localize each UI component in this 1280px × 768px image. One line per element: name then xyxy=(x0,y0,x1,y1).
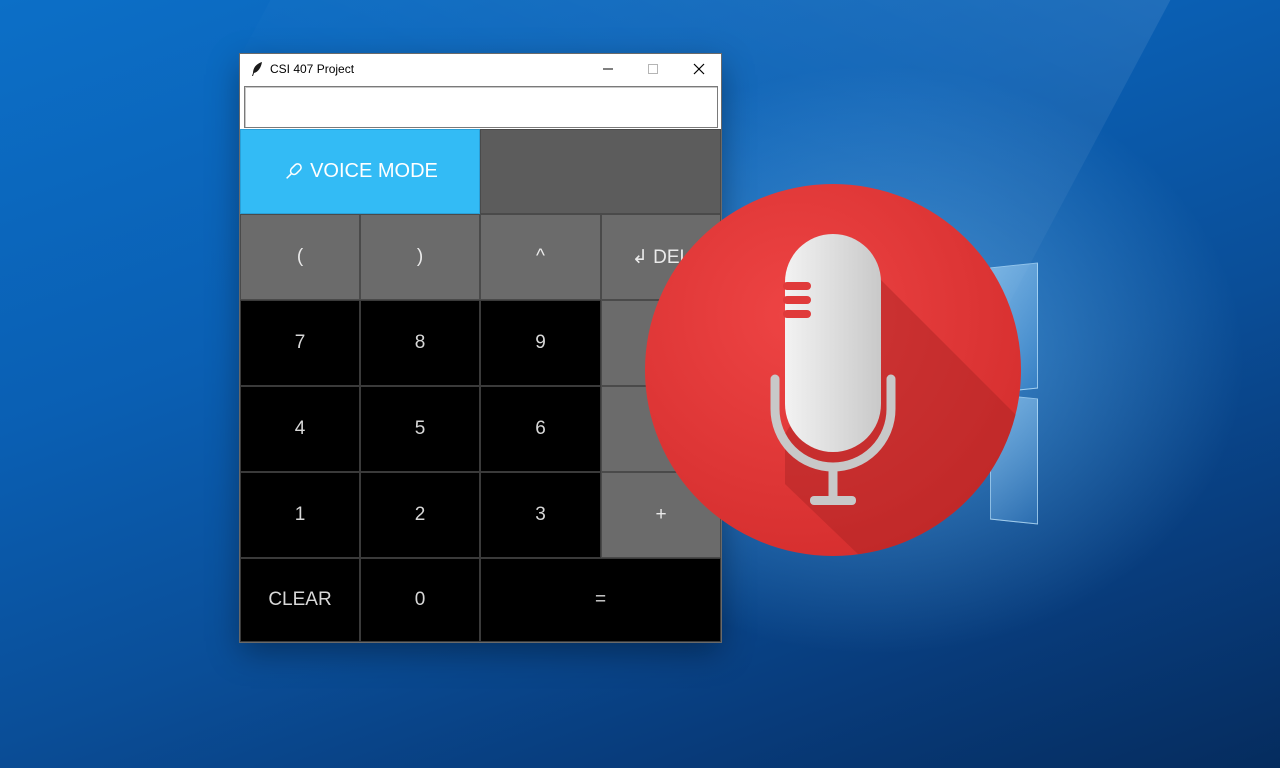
digit-7-label: 7 xyxy=(294,332,306,353)
open-paren-label: ( xyxy=(296,246,304,267)
digit-2-button[interactable]: 2 xyxy=(360,472,480,558)
minimize-icon xyxy=(603,68,613,70)
title-bar[interactable]: CSI 407 Project xyxy=(240,54,721,84)
digit-0-button[interactable]: 0 xyxy=(360,558,480,642)
power-button[interactable]: ^ xyxy=(480,214,601,300)
digit-4-button[interactable]: 4 xyxy=(240,386,360,472)
feather-icon xyxy=(252,62,262,76)
digit-7-button[interactable]: 7 xyxy=(240,300,360,386)
expression-display[interactable] xyxy=(244,86,718,128)
digit-4-label: 4 xyxy=(294,418,306,439)
close-icon xyxy=(693,63,705,75)
minimize-button[interactable] xyxy=(585,54,631,84)
microphone-badge-icon xyxy=(645,184,1021,556)
voice-mode-label: VOICE MODE xyxy=(310,160,438,182)
digit-0-label: 0 xyxy=(414,589,426,610)
clear-label: CLEAR xyxy=(268,589,332,610)
close-button[interactable] xyxy=(676,54,722,84)
digit-1-button[interactable]: 1 xyxy=(240,472,360,558)
expression-input[interactable] xyxy=(245,87,717,127)
digit-3-label: 3 xyxy=(535,504,546,525)
digit-1-label: 1 xyxy=(294,504,306,525)
digit-8-button[interactable]: 8 xyxy=(360,300,480,386)
maximize-icon xyxy=(648,64,658,74)
close-paren-label: ) xyxy=(416,246,424,267)
digit-9-label: 9 xyxy=(535,332,546,353)
digit-5-button[interactable]: 5 xyxy=(360,386,480,472)
clear-button[interactable]: CLEAR xyxy=(240,558,360,642)
voice-mode-button[interactable]: VOICE MODE xyxy=(240,129,480,214)
power-label: ^ xyxy=(536,246,545,267)
digit-8-label: 8 xyxy=(414,332,426,353)
digit-3-button[interactable]: 3 xyxy=(480,472,601,558)
equals-label: = xyxy=(594,589,607,610)
maximize-button[interactable] xyxy=(630,54,676,84)
digit-2-label: 2 xyxy=(414,504,426,525)
equals-button[interactable]: = xyxy=(480,558,721,642)
window-title: CSI 407 Project xyxy=(270,62,355,76)
digit-5-label: 5 xyxy=(414,418,426,439)
close-paren-button[interactable]: ) xyxy=(360,214,480,300)
microphone-icon xyxy=(286,162,302,179)
digit-9-button[interactable]: 9 xyxy=(480,300,601,386)
digit-6-label: 6 xyxy=(535,418,546,439)
open-paren-button[interactable]: ( xyxy=(240,214,360,300)
digit-6-button[interactable]: 6 xyxy=(480,386,601,472)
